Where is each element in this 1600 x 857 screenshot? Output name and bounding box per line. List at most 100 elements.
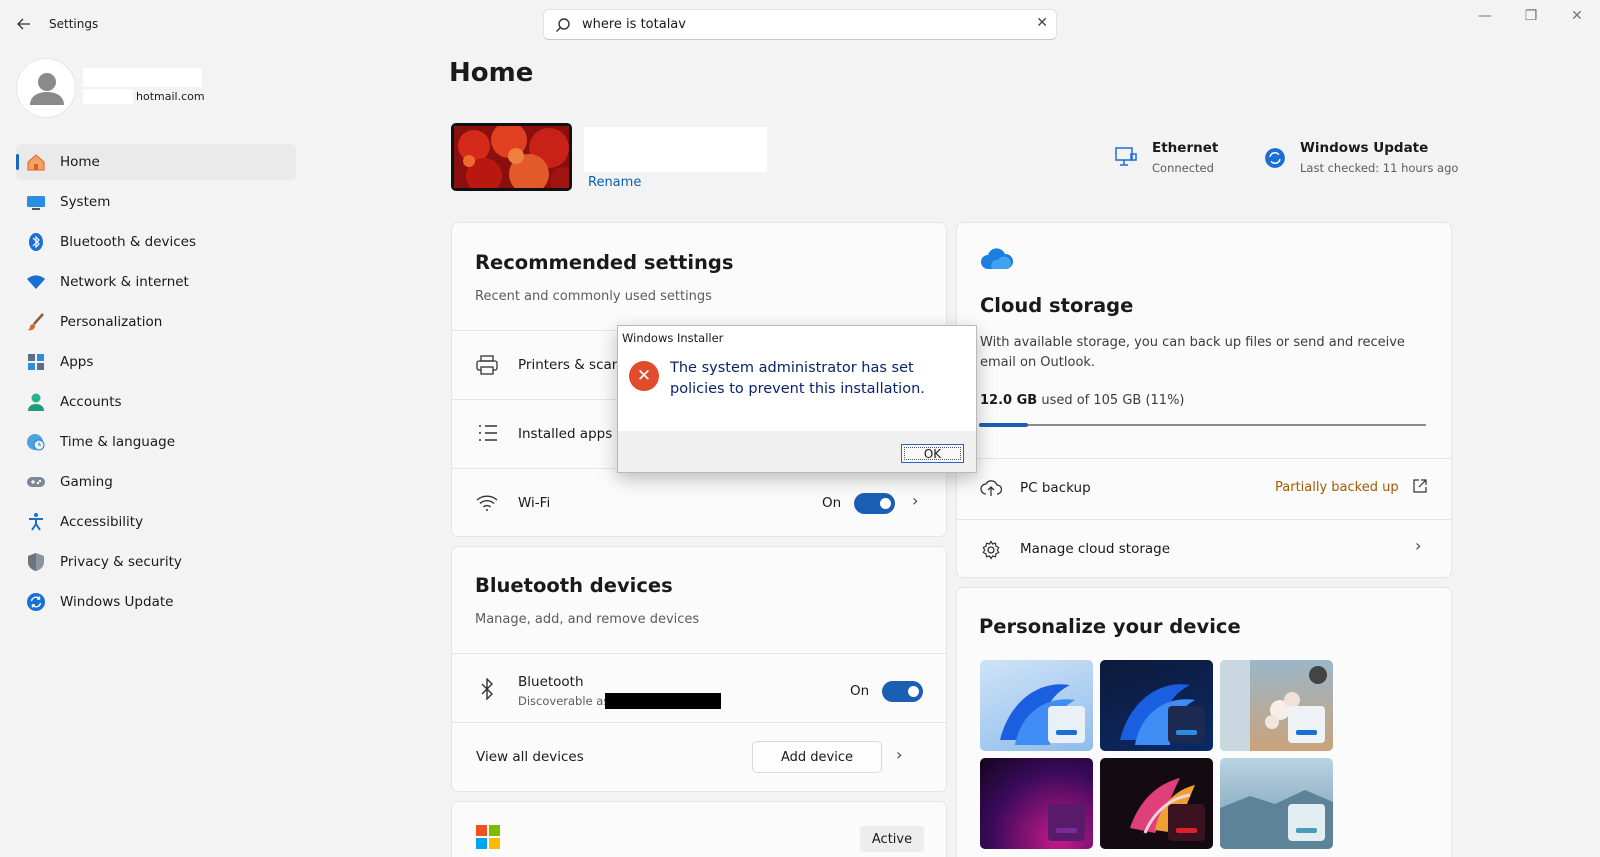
microsoft-365-card: Active [451, 801, 947, 857]
open-external-icon[interactable] [1413, 478, 1427, 497]
sidebar-item-bluetooth[interactable]: Bluetooth & devices [16, 224, 296, 260]
dialog-message: The system administrator has set policie… [670, 360, 925, 397]
theme-thumbnail-glow[interactable] [980, 758, 1093, 849]
sidebar-item-privacy[interactable]: Privacy & security [16, 544, 296, 580]
windows-update-status-icon [1264, 147, 1286, 173]
backup-status: Partially backed up [1275, 480, 1399, 495]
discoverable-label: Discoverable as [518, 694, 610, 708]
search-box[interactable]: where is totalav ✕ [543, 9, 1057, 40]
chevron-right-icon[interactable]: › [896, 745, 902, 764]
search-input[interactable]: where is totalav [582, 17, 686, 32]
spotlight-camera-icon [1309, 666, 1327, 684]
card-subtitle: Manage, add, and remove devices [475, 612, 700, 627]
sidebar-item-accounts[interactable]: Accounts [16, 384, 296, 420]
minimize-button[interactable]: — [1475, 8, 1495, 24]
sidebar-item-label: Windows Update [60, 594, 174, 610]
sidebar-item-gaming[interactable]: Gaming [16, 464, 296, 500]
theme-thumbnail-light-bloom[interactable] [980, 660, 1093, 751]
sidebar-item-accessibility[interactable]: Accessibility [16, 504, 296, 540]
sidebar-item-label: Bluetooth & devices [60, 234, 197, 250]
back-button[interactable] [14, 14, 34, 34]
cloud-upload-icon [980, 479, 1003, 501]
card-title: Recommended settings [475, 251, 734, 274]
bluetooth-icon [25, 231, 47, 253]
sidebar-item-label: System [60, 194, 111, 210]
sidebar-item-network[interactable]: Network & internet [16, 264, 296, 300]
wifi-state-label: On [822, 495, 842, 511]
ethernet-status: Connected [1152, 161, 1214, 175]
chevron-right-icon[interactable]: › [912, 491, 918, 510]
list-icon [478, 424, 498, 446]
sidebar-item-label: Gaming [60, 474, 113, 490]
row-bluetooth[interactable]: Bluetooth Discoverable as On [452, 654, 946, 722]
clear-search-icon[interactable]: ✕ [1036, 15, 1048, 31]
avatar[interactable] [16, 58, 76, 118]
sidebar-item-label: Accessibility [60, 514, 144, 530]
system-icon [25, 191, 47, 213]
row-wifi[interactable]: Wi-Fi On › [452, 469, 946, 536]
update-icon [25, 591, 47, 613]
sidebar-item-apps[interactable]: Apps [16, 344, 296, 380]
device-wallpaper-thumbnail[interactable] [451, 123, 572, 191]
row-label: PC backup [1020, 480, 1091, 496]
storage-usage: 12.0 GB used of 105 GB (11%) [980, 393, 1185, 408]
sidebar-item-label: Apps [60, 354, 94, 370]
sidebar-item-label: Time & language [60, 434, 176, 450]
wifi-row-icon [476, 495, 498, 515]
active-badge: Active [860, 826, 924, 852]
device-name-redacted-bar [605, 693, 721, 709]
theme-thumbnail-spotlight[interactable] [1220, 660, 1333, 751]
row-manage-cloud-storage[interactable]: Manage cloud storage › [957, 520, 1451, 577]
card-title: Bluetooth devices [475, 574, 673, 597]
person-icon [30, 73, 64, 105]
row-pc-backup[interactable]: PC backup Partially backed up [957, 459, 1451, 519]
dialog-title: Windows Installer [618, 326, 976, 349]
shield-icon [25, 551, 47, 573]
sidebar-item-home[interactable]: Home [16, 144, 296, 180]
apps-icon [25, 351, 47, 373]
bluetooth-state-label: On [850, 683, 870, 699]
user-name-redacted [83, 68, 202, 87]
theme-thumbnail-dark-bloom[interactable] [1100, 660, 1213, 751]
storage-progress-bar [979, 423, 1426, 427]
sidebar-item-label: Accounts [60, 394, 122, 410]
user-email-redacted [83, 89, 133, 104]
theme-thumbnail-flow[interactable] [1220, 758, 1333, 849]
view-all-devices-label: View all devices [476, 749, 584, 765]
bluetooth-devices-card: Bluetooth devices Manage, add, and remov… [451, 546, 947, 792]
sidebar-item-label: Home [60, 154, 100, 170]
bluetooth-toggle[interactable] [882, 681, 923, 702]
onedrive-cloud-icon [980, 247, 1014, 275]
dialog-body: ✕ The system administrator has set polic… [618, 349, 976, 431]
wifi-toggle[interactable] [854, 493, 895, 514]
card-title: Cloud storage [980, 294, 1134, 317]
gamepad-icon [25, 471, 47, 493]
home-icon [25, 151, 47, 173]
chevron-right-icon[interactable]: › [1415, 536, 1421, 555]
theme-thumbnail-captured-motion[interactable] [1100, 758, 1213, 849]
sidebar-item-personalization[interactable]: Personalization [16, 304, 296, 340]
restore-button[interactable]: ❐ [1521, 8, 1541, 24]
ok-button[interactable]: OK [901, 444, 964, 463]
brush-icon [25, 311, 47, 333]
back-arrow-icon [17, 18, 30, 30]
windows-update-last-checked: Last checked: 11 hours ago [1300, 161, 1459, 175]
add-device-button[interactable]: Add device [752, 741, 882, 773]
sidebar-item-time-language[interactable]: Time & language [16, 424, 296, 460]
active-indicator [16, 154, 19, 170]
personalize-card: Personalize your device [956, 587, 1452, 857]
cloud-description: With available storage, you can back up … [980, 335, 1405, 370]
card-title: Personalize your device [979, 615, 1241, 638]
sidebar-item-windows-update[interactable]: Windows Update [16, 584, 296, 620]
row-label: Wi-Fi [518, 495, 551, 511]
sidebar-item-system[interactable]: System [16, 184, 296, 220]
sidebar-item-label: Personalization [60, 314, 163, 330]
sidebar-item-label: Network & internet [60, 274, 189, 290]
row-view-all-devices[interactable]: View all devices Add device › [452, 723, 946, 791]
rename-link[interactable]: Rename [588, 175, 641, 190]
close-window-button[interactable]: ✕ [1567, 8, 1587, 24]
row-label: Bluetooth [518, 674, 584, 690]
cloud-storage-card: Cloud storage With available storage, yo… [956, 222, 1452, 578]
user-email: hotmail.com [136, 90, 205, 103]
gear-icon [981, 540, 1001, 564]
